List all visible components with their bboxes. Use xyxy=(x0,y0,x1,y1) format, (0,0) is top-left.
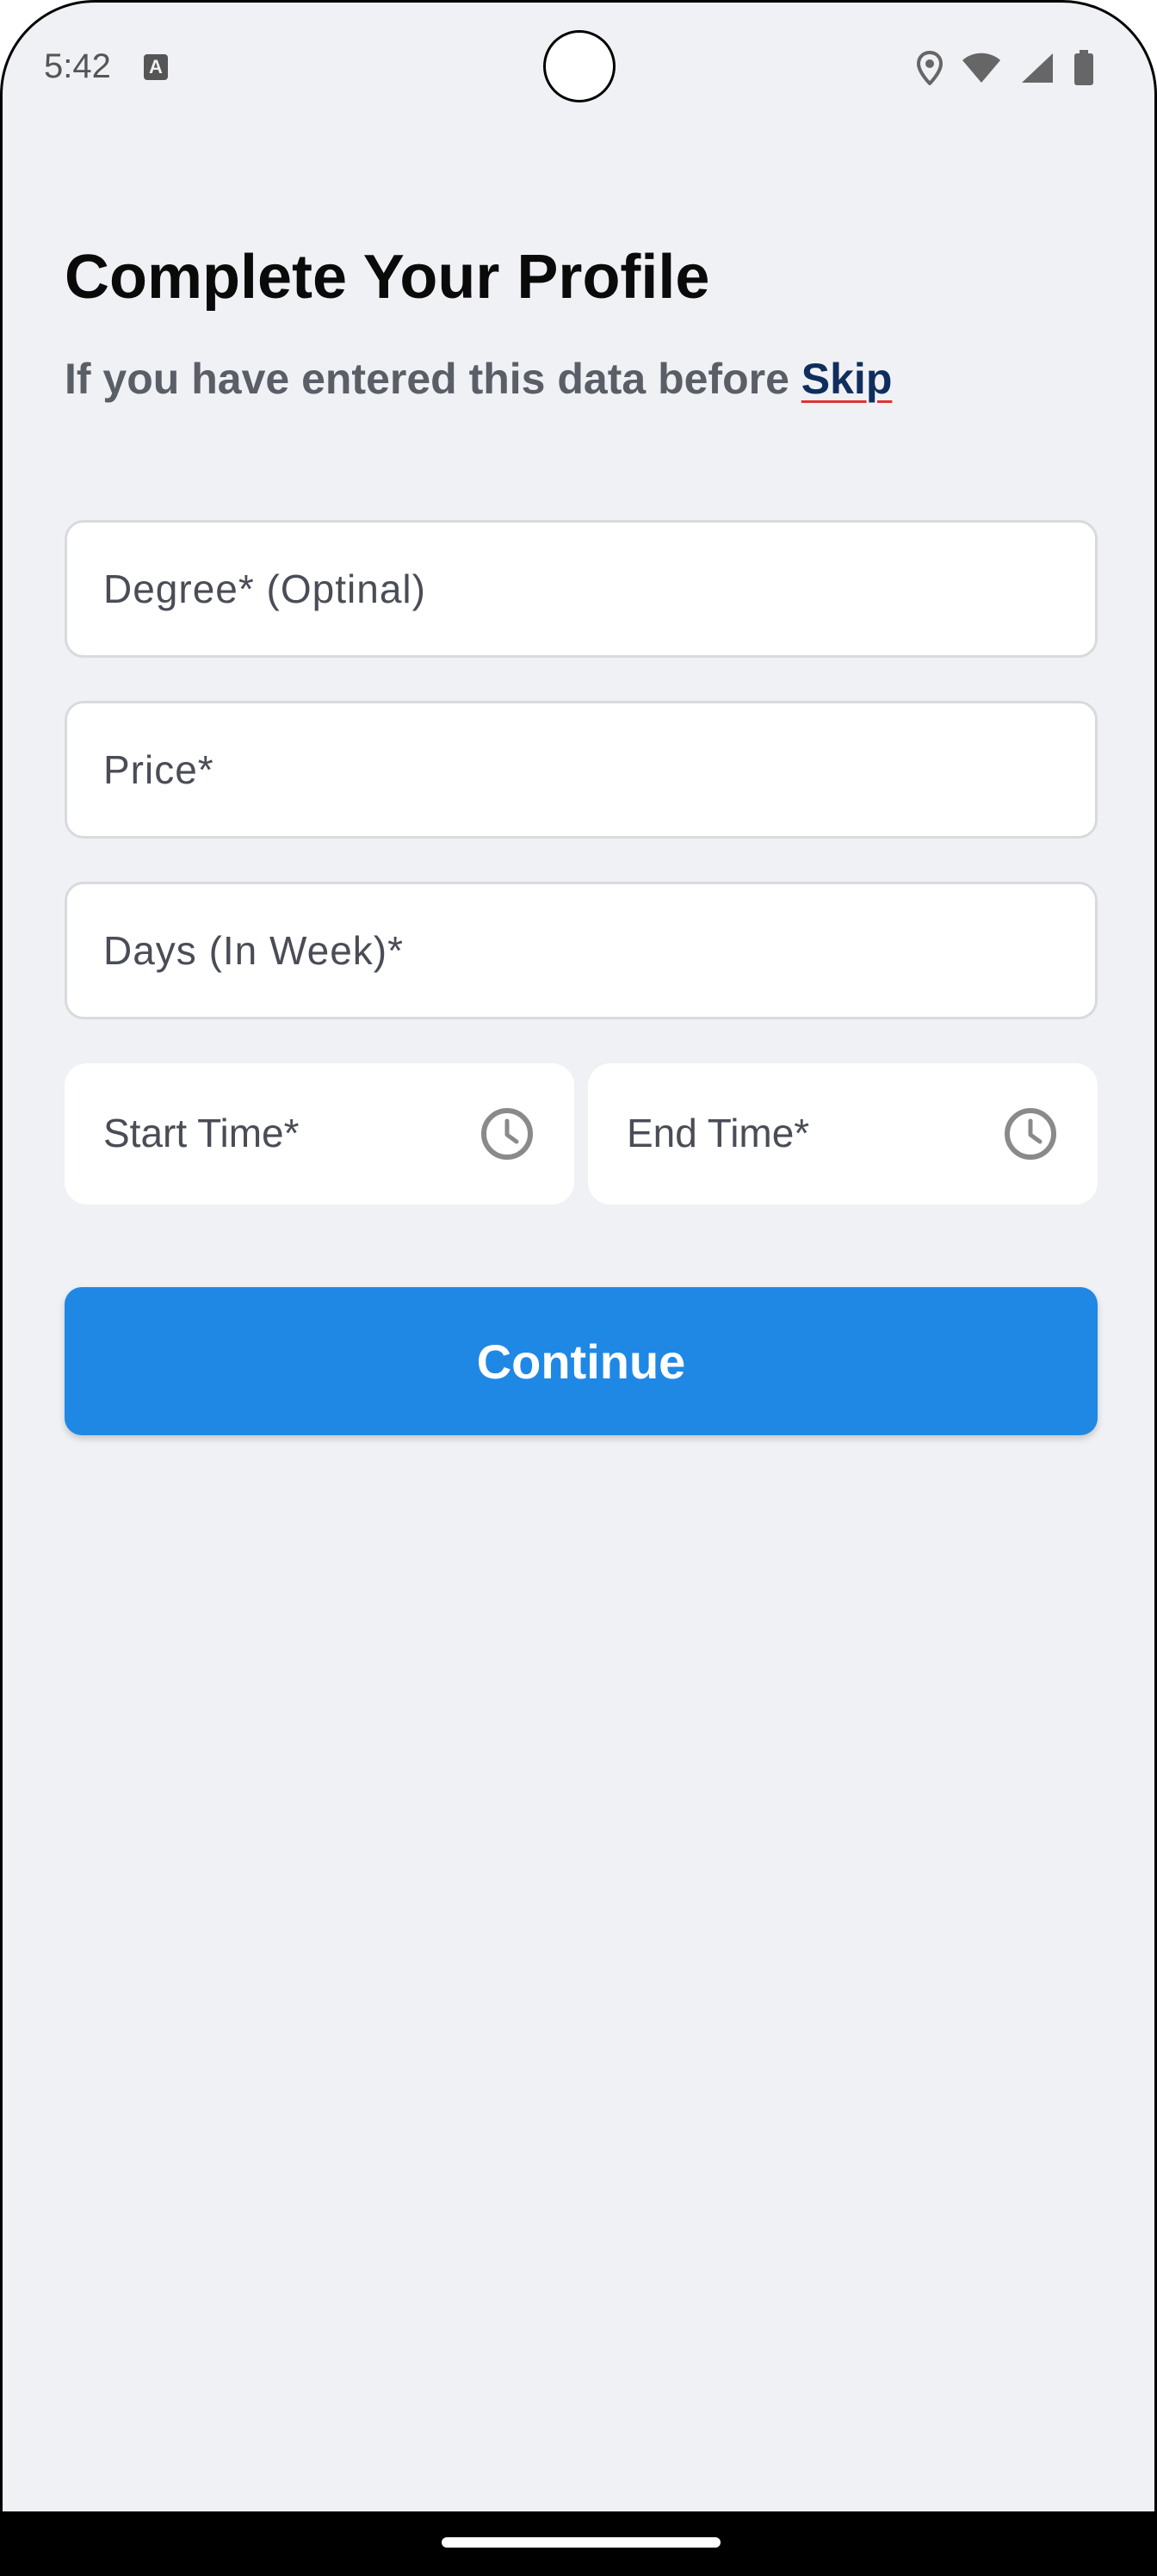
start-time-label: Start Time* xyxy=(103,1111,300,1155)
home-handle[interactable] xyxy=(442,2537,721,2548)
start-time-picker[interactable]: Start Time* xyxy=(65,1063,574,1204)
signal-icon xyxy=(1022,53,1053,83)
days-field[interactable] xyxy=(65,882,1098,1019)
end-time-label: End Time* xyxy=(627,1111,810,1155)
status-bar: 5:42 A xyxy=(3,3,1154,132)
status-icons xyxy=(917,47,1094,89)
status-time: 5:42 xyxy=(44,47,111,85)
keyboard-notification-icon: A xyxy=(144,54,168,80)
page-subtitle: If you have entered this data before Ski… xyxy=(65,354,892,404)
price-input[interactable] xyxy=(67,703,1095,836)
navigation-bar xyxy=(3,2511,1154,2573)
phone-screen: 5:42 A Complete Your Profile If you have… xyxy=(0,0,1157,2576)
clock-icon xyxy=(1005,1108,1056,1160)
price-field[interactable] xyxy=(65,701,1098,839)
skip-link[interactable]: Skip xyxy=(801,355,893,403)
location-icon xyxy=(917,51,943,85)
degree-field[interactable] xyxy=(65,520,1098,658)
clock-icon xyxy=(481,1108,533,1160)
degree-input[interactable] xyxy=(67,523,1095,655)
wifi-icon xyxy=(962,53,1000,83)
continue-button[interactable]: Continue xyxy=(65,1287,1098,1435)
end-time-picker[interactable]: End Time* xyxy=(588,1063,1098,1204)
battery-icon xyxy=(1074,50,1093,85)
days-input[interactable] xyxy=(67,884,1095,1017)
front-camera xyxy=(543,30,616,102)
page-title: Complete Your Profile xyxy=(65,243,710,312)
subtitle-text: If you have entered this data before xyxy=(65,355,801,403)
